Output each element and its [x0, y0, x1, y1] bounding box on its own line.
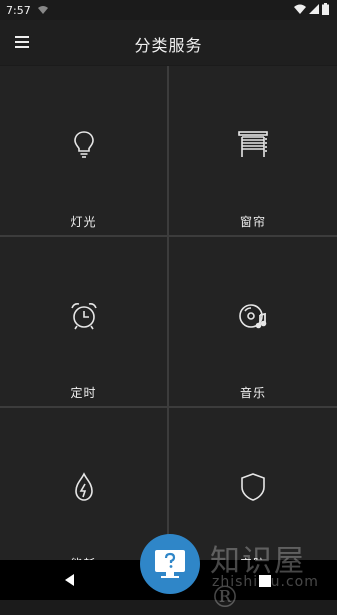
back-icon[interactable] — [62, 572, 78, 588]
wifi-alert-icon — [37, 5, 49, 15]
music-disc-icon — [169, 301, 337, 333]
page-title: 分类服务 — [134, 36, 203, 55]
signal-icon — [309, 4, 319, 17]
status-time: 7:57 — [6, 3, 31, 17]
tile-label: 定时 — [70, 386, 97, 400]
shield-icon — [169, 472, 337, 504]
tile-curtain[interactable]: 窗帘 — [169, 66, 337, 235]
tile-label: 窗帘 — [239, 215, 266, 229]
status-bar: 7:57 — [0, 0, 337, 20]
battery-icon — [322, 3, 329, 18]
app-bar: 分类服务 — [0, 20, 337, 65]
category-grid: 灯光 窗帘 定时 音乐 — [0, 66, 337, 577]
curtain-icon — [169, 130, 337, 162]
watermark-url: zhishiwu.com — [212, 574, 319, 590]
tile-music[interactable]: 音乐 — [169, 237, 337, 406]
bulb-icon — [0, 130, 167, 162]
tile-label: 灯光 — [70, 215, 97, 229]
watermark-logo — [140, 534, 200, 594]
tile-light[interactable]: 灯光 — [0, 66, 167, 235]
alarm-clock-icon — [0, 301, 167, 333]
tile-label: 音乐 — [239, 386, 266, 400]
status-right — [294, 3, 329, 18]
tile-timer[interactable]: 定时 — [0, 237, 167, 406]
energy-flame-icon — [0, 472, 167, 504]
wifi-icon — [294, 4, 306, 17]
